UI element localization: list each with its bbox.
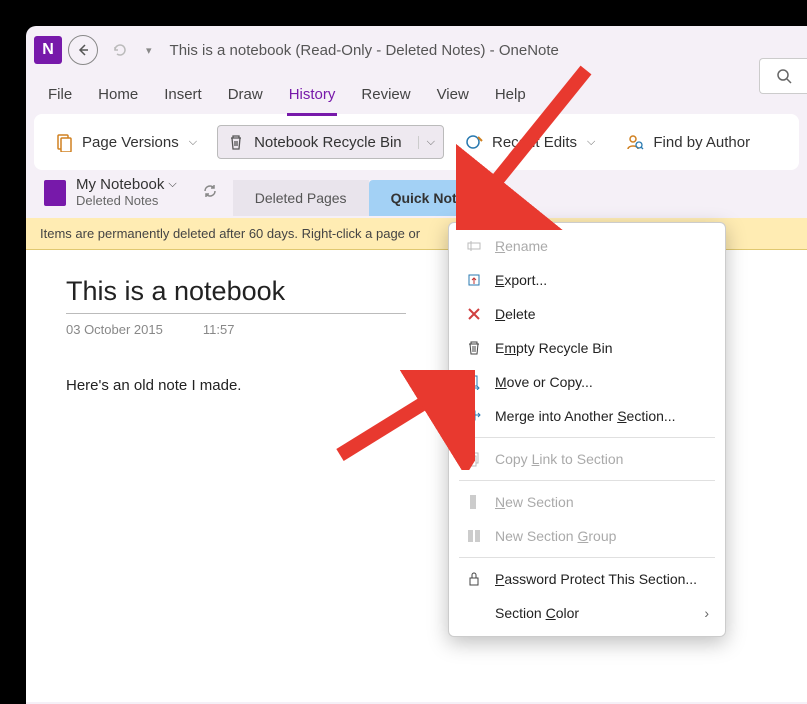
menu-history[interactable]: History — [287, 82, 338, 116]
qat-dropdown-icon[interactable]: ▾ — [140, 44, 158, 57]
menu-draw[interactable]: Draw — [226, 82, 265, 113]
window-title: This is a notebook (Read-Only - Deleted … — [170, 42, 559, 59]
notebook-bar: My Notebook ⌵ Deleted Notes Deleted Page… — [26, 170, 807, 218]
menu-help[interactable]: Help — [493, 82, 528, 113]
context-menu: Rename Export... Delete Empty Recycle Bi… — [448, 222, 726, 637]
recent-edits-label: Recent Edits — [492, 134, 577, 151]
find-by-author-label: Find by Author — [653, 134, 750, 151]
trash-icon — [226, 132, 246, 152]
chevron-down-icon: ⌵ — [587, 136, 595, 149]
page-title[interactable]: This is a notebook — [66, 276, 406, 314]
recent-edits-button[interactable]: Recent Edits ⌵ — [454, 126, 605, 158]
menu-insert[interactable]: Insert — [162, 82, 204, 113]
export-icon — [465, 271, 483, 289]
back-button[interactable] — [68, 35, 98, 65]
merge-icon — [465, 407, 483, 425]
note-date: 03 October 2015 — [66, 322, 163, 337]
chevron-down-icon: ⌵ — [418, 136, 435, 149]
ctx-export[interactable]: Export... — [449, 263, 725, 297]
titlebar: N ▾ This is a notebook (Read-Only - Dele… — [26, 26, 807, 74]
ctx-new-section-group: New Section Group — [449, 519, 725, 553]
note-time: 11:57 — [203, 322, 235, 337]
notebook-subtitle: Deleted Notes — [76, 193, 177, 208]
ctx-merge[interactable]: Merge into Another Section... — [449, 399, 725, 433]
notebook-picker[interactable]: My Notebook ⌵ Deleted Notes — [76, 176, 177, 208]
recycle-bin-button[interactable]: Notebook Recycle Bin ⌵ — [217, 125, 444, 159]
separator — [459, 480, 715, 481]
copy-link-icon — [465, 450, 483, 468]
recent-edits-icon — [464, 132, 484, 152]
section-icon — [465, 493, 483, 511]
sync-icon[interactable] — [201, 182, 219, 205]
ctx-move-copy[interactable]: Move or Copy... — [449, 365, 725, 399]
ctx-empty-recycle[interactable]: Empty Recycle Bin — [449, 331, 725, 365]
menu-view[interactable]: View — [435, 82, 471, 113]
chevron-down-icon: ⌵ — [168, 178, 176, 191]
ctx-password-protect[interactable]: Password Protect This Section... — [449, 562, 725, 596]
section-group-icon — [465, 527, 483, 545]
notebook-icon[interactable] — [44, 180, 66, 206]
chevron-right-icon: › — [704, 605, 709, 621]
chevron-down-icon: ⌵ — [189, 136, 197, 149]
lock-icon — [465, 570, 483, 588]
ribbon: Page Versions ⌵ Notebook Recycle Bin ⌵ R… — [34, 114, 799, 170]
rename-icon — [465, 237, 483, 255]
separator — [459, 437, 715, 438]
onenote-app-icon: N — [34, 36, 62, 64]
delete-icon — [465, 305, 483, 323]
ctx-section-color[interactable]: Section Color › — [449, 596, 725, 630]
menu-home[interactable]: Home — [96, 82, 140, 113]
page-versions-icon — [54, 132, 74, 152]
recycle-bin-label: Notebook Recycle Bin — [254, 134, 402, 151]
ctx-rename: Rename — [449, 229, 725, 263]
trash-icon — [465, 339, 483, 357]
notebook-name: My Notebook — [76, 176, 164, 193]
blank-icon — [465, 604, 483, 622]
ctx-delete[interactable]: Delete — [449, 297, 725, 331]
page-versions-label: Page Versions — [82, 134, 179, 151]
undo-button[interactable] — [104, 35, 134, 65]
tab-quick-notes[interactable]: Quick Notes — [369, 180, 495, 216]
search-icon — [775, 67, 793, 85]
move-icon — [465, 373, 483, 391]
tab-deleted-pages[interactable]: Deleted Pages — [233, 180, 369, 216]
menu-review[interactable]: Review — [359, 82, 412, 113]
ctx-copy-link: Copy Link to Section — [449, 442, 725, 476]
author-icon — [625, 132, 645, 152]
menu-file[interactable]: File — [46, 82, 74, 113]
find-by-author-button[interactable]: Find by Author — [615, 126, 760, 158]
separator — [459, 557, 715, 558]
menubar: File Home Insert Draw History Review Vie… — [26, 74, 807, 110]
ctx-new-section: New Section — [449, 485, 725, 519]
search-box[interactable] — [759, 58, 807, 94]
page-versions-button[interactable]: Page Versions ⌵ — [44, 126, 207, 158]
